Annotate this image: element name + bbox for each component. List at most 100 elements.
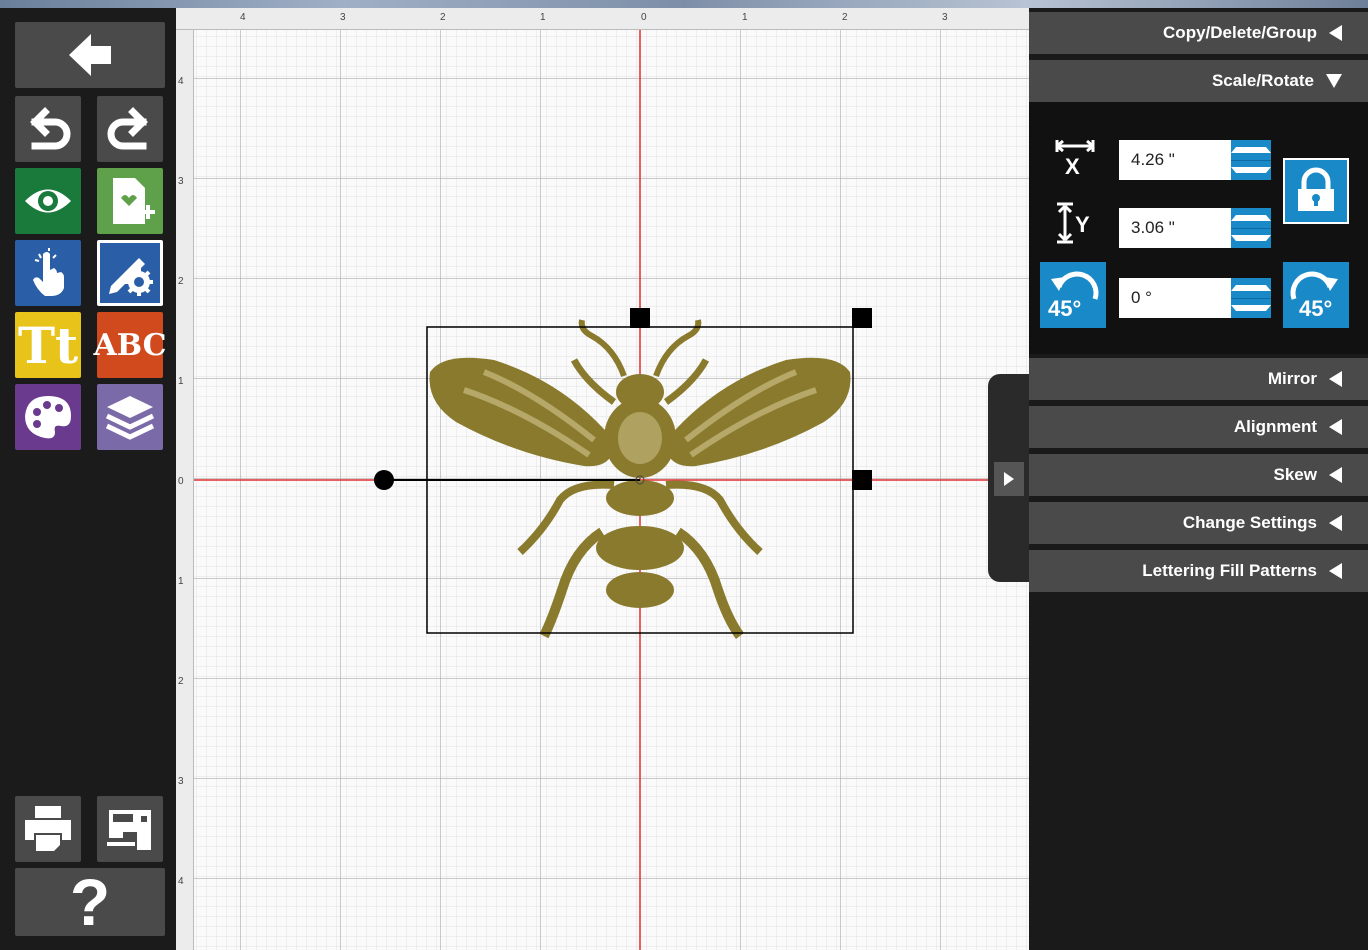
- section-scale-rotate[interactable]: Scale/Rotate: [1029, 60, 1368, 102]
- expand-arrow-icon: [1326, 74, 1342, 88]
- rotate-left-45-button[interactable]: 45°: [1040, 262, 1106, 328]
- text-tool-label: Tt: [17, 315, 79, 375]
- ruler-top-label: 4: [240, 12, 246, 23]
- rotation-handle[interactable]: [374, 470, 394, 490]
- ruler-top-label: 3: [340, 12, 346, 23]
- section-label: Copy/Delete/Group: [1163, 23, 1317, 42]
- palette-icon: [25, 396, 71, 439]
- rotation-decrement[interactable]: [1231, 299, 1271, 319]
- undo-icon: [30, 107, 71, 150]
- rotation-increment[interactable]: [1231, 278, 1271, 299]
- ruler-top-label: 2: [440, 12, 446, 23]
- ruler-left-label: 4: [178, 76, 184, 87]
- add-design-button[interactable]: [97, 168, 163, 234]
- ruler-left-label: 3: [178, 176, 184, 187]
- section-lettering-fill-patterns[interactable]: Lettering Fill Patterns: [1029, 550, 1368, 592]
- rotation-field[interactable]: [1119, 278, 1271, 318]
- section-mirror[interactable]: Mirror: [1029, 358, 1368, 400]
- section-label: Lettering Fill Patterns: [1142, 561, 1317, 580]
- ruler-left-label: 3: [178, 776, 184, 787]
- text-tool-button[interactable]: Tt: [15, 312, 81, 378]
- section-copy-delete-group[interactable]: Copy/Delete/Group: [1029, 12, 1368, 54]
- app-window: Tt ABC ? 4 3 2 1 0 1 2 3 4 3 2 1 0 1 2 3…: [0, 0, 1368, 950]
- undo-button[interactable]: [15, 96, 81, 162]
- chevron-right-icon: [1004, 472, 1014, 486]
- rotation-input[interactable]: [1119, 279, 1229, 317]
- collapse-arrow-icon: [1329, 25, 1342, 41]
- print-button[interactable]: [15, 796, 81, 862]
- height-decrement[interactable]: [1231, 229, 1271, 249]
- send-to-machine-button[interactable]: [97, 796, 163, 862]
- aspect-lock-button[interactable]: [1283, 158, 1349, 224]
- layers-icon: [105, 396, 155, 440]
- lock-icon: [1298, 167, 1334, 211]
- width-field[interactable]: [1119, 140, 1271, 180]
- rotate-right-label: 45°: [1299, 296, 1333, 321]
- rotation-stepper[interactable]: [1231, 278, 1271, 318]
- layers-button[interactable]: [97, 384, 163, 450]
- rotate-right-45-button[interactable]: 45°: [1283, 262, 1349, 328]
- top-resize-handle[interactable]: [630, 308, 650, 328]
- collapse-arrow-icon: [1329, 563, 1342, 579]
- collapse-panel-button[interactable]: [994, 462, 1024, 496]
- width-increment[interactable]: [1231, 140, 1271, 161]
- edit-gear-icon: [109, 258, 153, 296]
- section-label: Change Settings: [1182, 513, 1317, 532]
- pointer-hand-icon: [33, 248, 64, 296]
- redo-button[interactable]: [97, 96, 163, 162]
- hoop-grid[interactable]: [194, 30, 1029, 950]
- width-input[interactable]: [1119, 141, 1229, 179]
- section-label: Scale/Rotate: [1211, 71, 1314, 90]
- section-label: Skew: [1273, 465, 1317, 484]
- design-canvas[interactable]: 4 3 2 1 0 1 2 3 4 3 2 1 0 1 2 3 4: [176, 8, 1029, 950]
- collapse-arrow-icon: [1329, 371, 1342, 387]
- edit-settings-button[interactable]: [97, 240, 163, 306]
- corner-resize-handle[interactable]: [852, 308, 872, 328]
- help-button[interactable]: ?: [15, 865, 165, 939]
- top-ruler: 4 3 2 1 0 1 2 3: [176, 8, 1029, 30]
- bee-abdomen-segment: [606, 480, 674, 516]
- collapse-arrow-icon: [1329, 467, 1342, 483]
- monogram-button[interactable]: ABC: [93, 312, 167, 378]
- ruler-top-label: 1: [540, 12, 546, 23]
- colors-button[interactable]: [15, 384, 81, 450]
- bee-abdomen-segment: [606, 572, 674, 608]
- section-change-settings[interactable]: Change Settings: [1029, 502, 1368, 544]
- ruler-left-label: 1: [178, 576, 184, 587]
- y-axis-label: Y: [1075, 212, 1090, 237]
- right-resize-handle[interactable]: [852, 470, 872, 490]
- section-skew[interactable]: Skew: [1029, 454, 1368, 496]
- grid-svg: [194, 30, 1029, 950]
- panel-collapse-tab: [988, 374, 1032, 582]
- section-label: Alignment: [1233, 417, 1317, 436]
- width-stepper[interactable]: [1231, 140, 1271, 180]
- view-button[interactable]: [15, 168, 81, 234]
- width-decrement[interactable]: [1231, 161, 1271, 181]
- ruler-left-label: 1: [178, 376, 184, 387]
- rotate-left-label: 45°: [1048, 296, 1082, 321]
- scale-rotate-body: X Y: [1029, 102, 1368, 354]
- section-alignment[interactable]: Alignment: [1029, 406, 1368, 448]
- ruler-left-label: 2: [178, 276, 184, 287]
- eye-icon: [25, 189, 71, 213]
- redo-icon: [107, 107, 148, 150]
- height-field[interactable]: [1119, 208, 1271, 248]
- monogram-label: ABC: [93, 327, 167, 363]
- ruler-top-label: 0: [641, 12, 647, 23]
- ruler-left-label: 4: [178, 876, 184, 887]
- height-stepper[interactable]: [1231, 208, 1271, 248]
- printer-icon: [25, 806, 71, 853]
- section-label: Mirror: [1267, 369, 1317, 388]
- height-increment[interactable]: [1231, 208, 1271, 229]
- bee-abdomen-segment: [596, 526, 684, 570]
- collapse-arrow-icon: [1329, 515, 1342, 531]
- height-input[interactable]: [1119, 209, 1229, 247]
- back-button[interactable]: [15, 22, 165, 88]
- select-button[interactable]: [15, 240, 81, 306]
- ruler-top-label: 2: [842, 12, 848, 23]
- left-toolbar: Tt ABC ?: [0, 8, 176, 950]
- ruler-left-label: 2: [178, 676, 184, 687]
- ruler-top-label: 3: [942, 12, 948, 23]
- add-file-icon: [113, 178, 155, 224]
- height-arrows-icon: [1057, 202, 1073, 244]
